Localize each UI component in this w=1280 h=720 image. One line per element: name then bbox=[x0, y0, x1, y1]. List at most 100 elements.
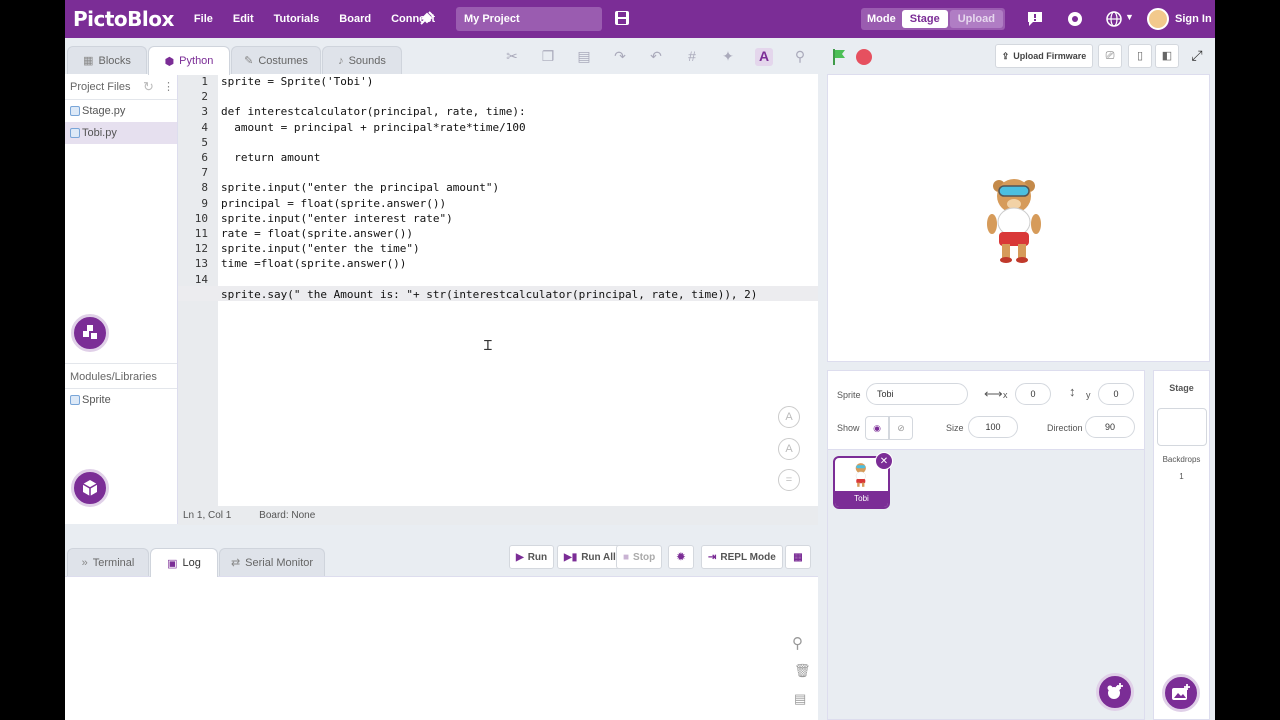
code-line[interactable]: principal = float(sprite.answer()) bbox=[221, 197, 446, 210]
stop-square-icon: ■ bbox=[623, 551, 630, 563]
more-options-icon[interactable]: ⋮ bbox=[163, 74, 174, 100]
search-icon[interactable]: ⚲ bbox=[792, 634, 803, 652]
modules-header: Modules/Libraries bbox=[65, 363, 177, 389]
file-stage-py[interactable]: Stage.py bbox=[65, 100, 177, 122]
y-input[interactable]: 0 bbox=[1098, 383, 1134, 405]
code-line[interactable]: sprite.input("enter the principal amount… bbox=[221, 181, 499, 194]
search-icon[interactable]: ⚲ bbox=[791, 48, 809, 66]
tab-blocks-label: Blocks bbox=[98, 54, 131, 67]
menu-tutorials[interactable]: Tutorials bbox=[274, 13, 320, 25]
y-arrows-icon: ↕ bbox=[1069, 384, 1076, 399]
sprite-list-panel: Tobi ✕ bbox=[827, 450, 1145, 720]
schedule-button[interactable]: ▦ bbox=[785, 545, 811, 569]
clipboard-icon[interactable]: ▤ bbox=[794, 691, 806, 707]
mode-stage-button[interactable]: Stage bbox=[901, 10, 948, 28]
zoom-in-icon[interactable]: A bbox=[778, 406, 800, 428]
stage-canvas[interactable] bbox=[827, 74, 1210, 362]
python-add-file-button[interactable] bbox=[71, 314, 109, 352]
tab-blocks[interactable]: ▦ Blocks bbox=[67, 46, 147, 74]
small-stage-icon[interactable]: ▯ bbox=[1128, 44, 1152, 68]
fullscreen-icon[interactable]: ⤢ bbox=[1185, 44, 1209, 68]
code-line[interactable]: amount = principal + principal*rate*time… bbox=[221, 121, 525, 134]
menu-edit[interactable]: Edit bbox=[233, 13, 254, 25]
run-all-button[interactable]: ▶▮ Run All bbox=[557, 545, 623, 569]
repl-mode-button[interactable]: ⇥ REPL Mode bbox=[701, 545, 783, 569]
avatar[interactable] bbox=[1147, 8, 1169, 30]
tab-sounds[interactable]: ♪ Sounds bbox=[322, 46, 402, 74]
code-line[interactable]: sprite.input("enter interest rate") bbox=[221, 212, 453, 225]
stop-label: Stop bbox=[633, 551, 656, 563]
chevron-down-icon[interactable]: ▼ bbox=[1125, 12, 1134, 22]
tab-terminal[interactable]: » Terminal bbox=[67, 548, 149, 576]
stage-selector-panel: Stage Backdrops 1 bbox=[1153, 370, 1210, 720]
tab-python[interactable]: ⬢ Python bbox=[148, 46, 230, 75]
calendar-icon: ▦ bbox=[793, 551, 803, 563]
code-line[interactable]: sprite = Sprite('Tobi') bbox=[221, 75, 373, 88]
delete-sprite-icon[interactable]: ✕ bbox=[875, 452, 893, 470]
run-button[interactable]: ▶ Run bbox=[509, 545, 555, 569]
debug-button[interactable]: ✹ bbox=[668, 545, 694, 569]
green-flag-icon[interactable] bbox=[831, 48, 847, 69]
menu-board[interactable]: Board bbox=[339, 13, 371, 25]
log-icon: ▣ bbox=[167, 557, 178, 570]
code-line[interactable]: sprite.input("enter the time") bbox=[221, 242, 420, 255]
feedback-icon[interactable] bbox=[1027, 11, 1043, 30]
refresh-icon[interactable]: ↻ bbox=[143, 74, 154, 100]
code-line[interactable]: rate = float(sprite.answer()) bbox=[221, 227, 413, 240]
show-visible-eye-icon[interactable]: ◉ bbox=[865, 416, 889, 440]
add-backdrop-button[interactable] bbox=[1162, 674, 1200, 712]
magic-wand-icon[interactable]: ✦ bbox=[719, 48, 737, 66]
connect-plug-icon[interactable] bbox=[417, 10, 435, 28]
file-tobi-py[interactable]: Tobi.py bbox=[65, 122, 177, 144]
trash-icon[interactable]: 🗑 bbox=[794, 663, 811, 679]
settings-gear-icon[interactable] bbox=[1066, 10, 1084, 31]
paste-icon[interactable]: ▤ bbox=[575, 48, 593, 66]
code-line[interactable]: time =float(sprite.answer()) bbox=[221, 257, 406, 270]
undo-icon[interactable]: ↶ bbox=[647, 48, 665, 66]
stage-backdrop-thumbnail[interactable] bbox=[1157, 408, 1207, 446]
font-size-icon[interactable]: A bbox=[755, 48, 773, 66]
mode-upload-button[interactable]: Upload bbox=[949, 10, 1003, 28]
cut-icon[interactable]: ✂ bbox=[503, 48, 521, 66]
show-hidden-eye-icon[interactable]: ⊘ bbox=[889, 416, 913, 440]
copy-icon[interactable]: ❐ bbox=[539, 48, 557, 66]
repl-icon: ⇥ bbox=[708, 551, 717, 563]
extension-box-button[interactable] bbox=[71, 469, 109, 507]
comment-icon[interactable]: # bbox=[683, 48, 701, 66]
tab-log[interactable]: ▣ Log bbox=[150, 548, 218, 577]
code-line[interactable]: return amount bbox=[221, 151, 320, 164]
code-editor[interactable]: 123456789101112131415 sprite = Sprite('T… bbox=[178, 74, 818, 506]
stop-button[interactable]: ■ Stop bbox=[616, 545, 663, 569]
zoom-out-icon[interactable]: A bbox=[778, 438, 800, 460]
x-input[interactable]: 0 bbox=[1015, 383, 1051, 405]
mode-switch: Mode Stage Upload bbox=[861, 8, 1005, 30]
direction-input[interactable]: 90 bbox=[1085, 416, 1135, 438]
large-stage-icon[interactable]: ◧ bbox=[1155, 44, 1179, 68]
stop-icon[interactable] bbox=[856, 49, 872, 65]
repl-label: REPL Mode bbox=[720, 551, 776, 563]
tab-costumes[interactable]: ✎ Costumes bbox=[231, 46, 321, 74]
module-sprite[interactable]: Sprite bbox=[65, 389, 177, 411]
menu-file[interactable]: File bbox=[194, 13, 213, 25]
redo-icon[interactable]: ↷ bbox=[611, 48, 629, 66]
terminal-icon: » bbox=[81, 556, 88, 569]
language-globe-icon[interactable] bbox=[1105, 10, 1123, 31]
tab-costumes-label: Costumes bbox=[258, 54, 308, 67]
project-name-input[interactable]: My Project bbox=[456, 7, 602, 31]
upload-icon: ⇪ bbox=[1001, 50, 1010, 61]
add-sprite-button[interactable] bbox=[1096, 673, 1134, 711]
size-input[interactable]: 100 bbox=[968, 416, 1018, 438]
sprite-name-input[interactable]: Tobi bbox=[866, 383, 968, 405]
play-icon: ▶ bbox=[516, 551, 524, 563]
file-name: Tobi.py bbox=[82, 127, 117, 139]
code-line[interactable]: sprite.say(" the Amount is: "+ str(inter… bbox=[221, 288, 757, 301]
tobi-bear-sprite[interactable] bbox=[983, 172, 1053, 272]
upload-firmware-button[interactable]: ⇪ Upload Firmware bbox=[995, 44, 1093, 68]
zoom-reset-icon[interactable]: = bbox=[778, 469, 800, 491]
save-icon[interactable] bbox=[614, 9, 630, 30]
tab-serial-monitor[interactable]: ⇄ Serial Monitor bbox=[219, 548, 325, 576]
camera-icon[interactable]: ⎚ bbox=[1098, 44, 1122, 68]
code-line[interactable]: def interestcalculator(principal, rate, … bbox=[221, 105, 526, 118]
line-number: 14 bbox=[194, 272, 208, 286]
sign-in-button[interactable]: Sign In bbox=[1175, 13, 1212, 25]
